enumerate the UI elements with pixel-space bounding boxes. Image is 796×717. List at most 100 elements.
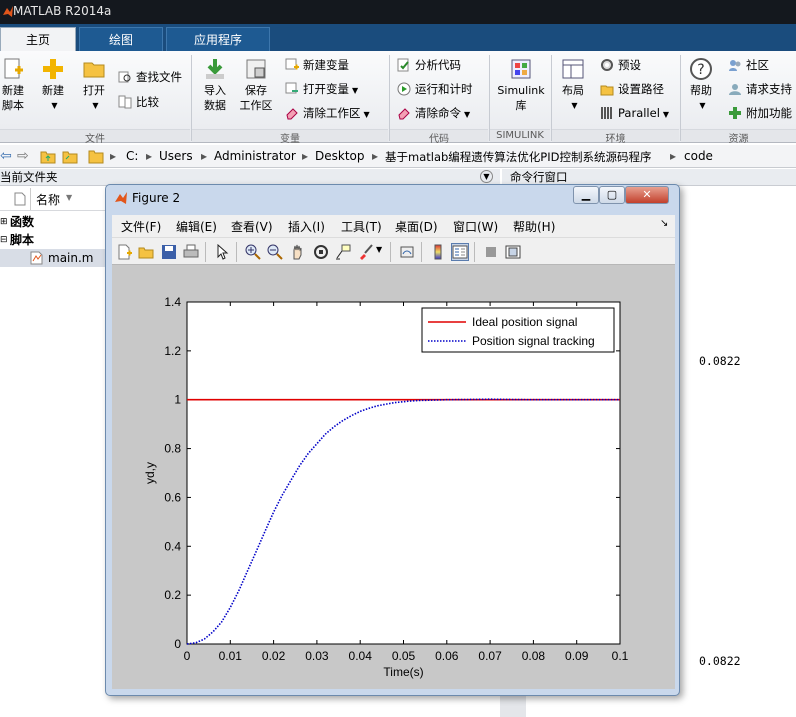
hide-plot-tools-icon[interactable] bbox=[483, 244, 499, 260]
x-tick-label: 0.04 bbox=[349, 649, 373, 663]
file-icon bbox=[14, 192, 26, 206]
compare-button[interactable]: 比较 bbox=[118, 93, 159, 111]
set-path-icon bbox=[600, 85, 614, 96]
new-variable-icon bbox=[285, 58, 299, 70]
panel-menu-icon[interactable]: ▼ bbox=[480, 170, 493, 183]
plus-icon bbox=[43, 59, 63, 79]
open-button[interactable]: 打开 ▼ bbox=[79, 57, 109, 113]
back-arrow-icon[interactable]: ⇦ bbox=[0, 148, 12, 164]
up-folder-icon[interactable] bbox=[40, 149, 56, 164]
menu-tools[interactable]: 工具(T) bbox=[341, 218, 382, 235]
group-label-simulink: SIMULINK bbox=[490, 129, 550, 142]
help-button[interactable]: ? 帮助 ▼ bbox=[686, 57, 716, 113]
sort-down-icon[interactable]: ▼ bbox=[66, 193, 72, 202]
menu-edit[interactable]: 编辑(E) bbox=[176, 218, 217, 235]
add-ons-icon bbox=[729, 107, 741, 119]
add-ons-button[interactable]: 附加功能 bbox=[728, 104, 792, 122]
collapse-icon[interactable]: ⊟ bbox=[0, 231, 8, 249]
breadcrumb-administrator[interactable]: Administrator bbox=[214, 149, 296, 163]
y-tick-label: 0.2 bbox=[164, 588, 181, 602]
breadcrumb-desktop[interactable]: Desktop bbox=[315, 149, 365, 163]
new-button[interactable]: 新建 ▼ bbox=[38, 57, 68, 113]
breadcrumb-code[interactable]: code bbox=[684, 149, 713, 163]
run-and-time-button[interactable]: 运行和计时 bbox=[397, 80, 473, 98]
legend-icon[interactable] bbox=[451, 243, 469, 261]
folder-icon bbox=[88, 150, 104, 164]
tab-plots[interactable]: 绘图 bbox=[79, 27, 163, 51]
y-tick-label: 1 bbox=[174, 393, 181, 407]
menu-help[interactable]: 帮助(H) bbox=[513, 218, 555, 235]
new-script-button[interactable]: 新建 脚本 bbox=[0, 57, 26, 113]
breadcrumb-project[interactable]: 基于matlab编程遗传算法优化PID控制系统源码程序 bbox=[385, 149, 651, 165]
y-tick-label: 0.6 bbox=[164, 490, 181, 504]
tab-home[interactable]: 主页 bbox=[0, 27, 76, 51]
link-icon[interactable] bbox=[399, 244, 415, 260]
group-label-resources: 资源 bbox=[681, 129, 796, 145]
rotate-icon[interactable] bbox=[313, 244, 329, 260]
command-output: 0.0822 bbox=[699, 654, 741, 668]
save-icon[interactable] bbox=[161, 244, 177, 260]
find-files-button[interactable]: 查找文件 bbox=[118, 68, 182, 86]
analyze-code-button[interactable]: 分析代码 bbox=[397, 56, 461, 74]
list-item[interactable]: main.m bbox=[0, 249, 106, 267]
menu-insert[interactable]: 插入(I) bbox=[288, 218, 325, 235]
menu-desktop[interactable]: 桌面(D) bbox=[395, 218, 438, 235]
request-support-button[interactable]: 请求支持 bbox=[728, 80, 792, 98]
close-button[interactable]: ✕ bbox=[625, 186, 669, 204]
layout-button[interactable]: 布局 ▼ bbox=[558, 57, 588, 113]
maximize-button[interactable]: ▢ bbox=[599, 186, 625, 204]
simulink-library-button[interactable]: Simulink 库 bbox=[494, 57, 548, 113]
new-variable-button[interactable]: 新建变量 bbox=[285, 56, 349, 74]
list-item[interactable]: ⊟ 脚本 bbox=[0, 231, 106, 249]
x-axis-label: Time(s) bbox=[383, 665, 423, 679]
figure-window[interactable]: Figure 2 ▁ ▢ ✕ 文件(F) 编辑(E) 查看(V) 插入(I) 工… bbox=[105, 184, 680, 696]
analyze-code-icon bbox=[397, 58, 409, 72]
figure-menubar: 文件(F) 编辑(E) 查看(V) 插入(I) 工具(T) 桌面(D) 窗口(W… bbox=[112, 215, 675, 237]
colorbar-icon[interactable] bbox=[430, 244, 446, 260]
chevron-down-icon[interactable]: ▼ bbox=[376, 245, 382, 254]
pointer-icon[interactable] bbox=[214, 244, 230, 260]
tab-apps[interactable]: 应用程序 bbox=[166, 27, 270, 51]
command-window[interactable] bbox=[680, 186, 796, 717]
data-cursor-icon[interactable] bbox=[335, 244, 351, 260]
x-tick-label: 0.07 bbox=[478, 649, 502, 663]
file-list-header: 名称 ▼ bbox=[0, 187, 106, 211]
set-path-button[interactable]: 设置路径 bbox=[600, 80, 664, 98]
forward-arrow-icon[interactable]: ⇨ bbox=[17, 148, 29, 164]
dock-arrow-icon[interactable]: ↘ bbox=[660, 218, 668, 229]
list-item[interactable]: ⊞ 函数 bbox=[0, 213, 106, 231]
open-icon[interactable] bbox=[138, 244, 154, 260]
menu-window[interactable]: 窗口(W) bbox=[453, 218, 498, 235]
group-label-code: 代码 bbox=[390, 129, 488, 145]
community-button[interactable]: 社区 bbox=[728, 56, 769, 74]
clear-commands-button[interactable]: 清除命令 ▼ bbox=[397, 104, 470, 122]
preferences-button[interactable]: 预设 bbox=[600, 56, 641, 74]
breadcrumb-c[interactable]: C: bbox=[126, 149, 138, 163]
group-label-variable: 变量 bbox=[192, 129, 388, 145]
clear-workspace-button[interactable]: 清除工作区 ▼ bbox=[285, 104, 370, 122]
pan-icon[interactable] bbox=[290, 244, 306, 260]
print-icon[interactable] bbox=[183, 244, 199, 260]
expand-icon[interactable]: ⊞ bbox=[0, 213, 8, 231]
menu-view[interactable]: 查看(V) bbox=[231, 218, 273, 235]
help-icon: ? bbox=[690, 58, 712, 80]
plot-area[interactable]: 0 0.01 0.02 0.03 0.04 0.05 0.06 0.07 0.08 0.09 0.1… bbox=[112, 265, 675, 689]
import-data-button[interactable]: 导入 数据 bbox=[200, 57, 230, 113]
figure-title: Figure 2 bbox=[132, 191, 181, 205]
name-column-header[interactable]: 名称 bbox=[36, 191, 60, 208]
gear-icon bbox=[601, 59, 613, 71]
open-variable-button[interactable]: 打开变量 ▼ bbox=[285, 80, 358, 98]
browse-folder-icon[interactable] bbox=[62, 149, 78, 164]
show-plot-tools-icon[interactable] bbox=[505, 244, 521, 260]
new-figure-icon[interactable] bbox=[116, 244, 132, 260]
brush-icon[interactable] bbox=[358, 244, 374, 260]
line-chart[interactable]: 0 0.01 0.02 0.03 0.04 0.05 0.06 0.07 0.08 0.09 0.1… bbox=[112, 265, 675, 689]
save-workspace-button[interactable]: 保存 工作区 bbox=[238, 57, 274, 113]
minimize-button[interactable]: ▁ bbox=[573, 186, 599, 204]
address-bar: ⇦ ⇨ ▸ C: ▸ Users ▸ Administrator ▸ Deskt… bbox=[0, 145, 796, 168]
menu-file[interactable]: 文件(F) bbox=[121, 218, 161, 235]
breadcrumb-users[interactable]: Users bbox=[159, 149, 193, 163]
zoom-out-icon[interactable] bbox=[267, 244, 283, 260]
zoom-in-icon[interactable] bbox=[245, 244, 261, 260]
parallel-button[interactable]: Parallel ▼ bbox=[600, 104, 669, 122]
